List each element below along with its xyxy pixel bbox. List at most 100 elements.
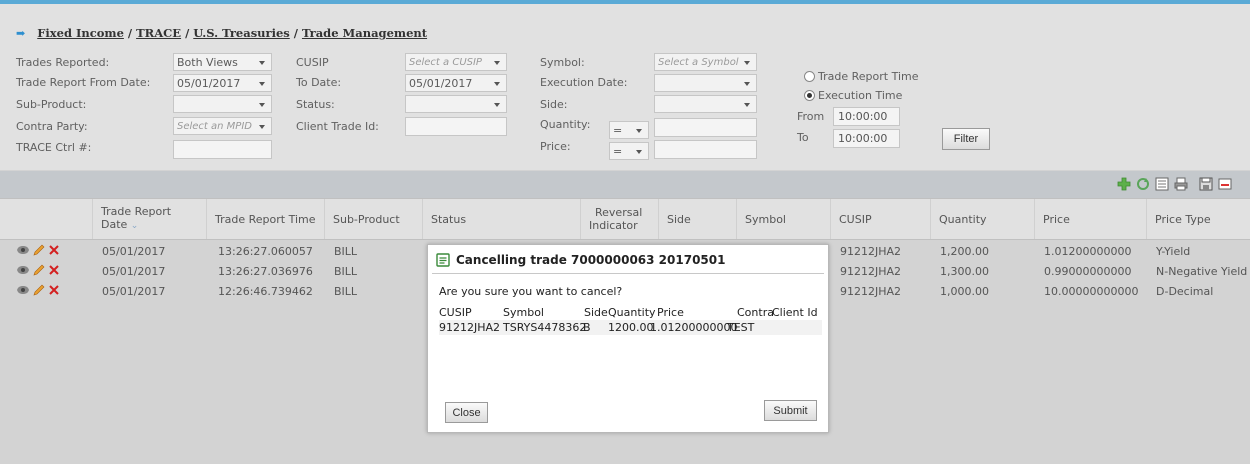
radio-unchecked-icon (804, 71, 815, 82)
sub-product-select[interactable] (173, 95, 272, 113)
symbol-select[interactable]: Select a Symbol (654, 53, 757, 71)
cell-sub-product: BILL (334, 265, 358, 278)
cell-quantity: 1,200.00 (940, 245, 989, 258)
cell-price: 10.00000000000 (1044, 285, 1139, 298)
trace-ctrl-input[interactable] (173, 140, 272, 159)
col-trade-report-date-label-2: Date ⌄ (101, 218, 139, 231)
row-actions (16, 244, 60, 256)
radio-execution-time-label: Execution Time (818, 89, 903, 102)
quantity-label: Quantity: (540, 118, 591, 131)
cusip-select[interactable]: Select a CUSIP (405, 53, 507, 71)
contra-party-label: Contra Party: (16, 120, 88, 133)
cell-price: 0.99000000000 (1044, 265, 1132, 278)
quantity-input[interactable] (654, 118, 757, 137)
dialog-cell-symbol: TSRYS4478362 (503, 321, 587, 334)
cancel-x-icon[interactable] (48, 284, 60, 296)
col-price[interactable]: Price (1034, 199, 1146, 239)
breadcrumb-fixed-income[interactable]: Fixed Income (37, 26, 124, 40)
dialog-header-price: Price (657, 306, 684, 319)
cell-price: 1.01200000000 (1044, 245, 1132, 258)
col-trade-report-time[interactable]: Trade Report Time (206, 199, 324, 239)
breadcrumb-us-treasuries[interactable]: U.S. Treasuries (193, 26, 289, 40)
add-icon[interactable] (1117, 177, 1131, 191)
side-select[interactable] (654, 95, 757, 113)
dialog-form-icon (436, 253, 450, 267)
view-icon[interactable] (16, 284, 30, 296)
col-reversal-indicator[interactable]: Reversal Indicator (580, 199, 658, 239)
dialog-cell-quantity: 1200.00 (608, 321, 654, 334)
contra-party-select[interactable]: Select an MPID (173, 117, 272, 135)
filter-button[interactable]: Filter (942, 128, 990, 150)
from-date-select[interactable]: 05/01/2017 (173, 74, 272, 92)
col-status[interactable]: Status (422, 199, 580, 239)
col-symbol[interactable]: Symbol (736, 199, 830, 239)
dialog-header-symbol: Symbol (503, 306, 544, 319)
execution-date-select[interactable] (654, 74, 757, 92)
side-label: Side: (540, 98, 568, 111)
cell-sub-product: BILL (334, 285, 358, 298)
view-icon[interactable] (16, 264, 30, 276)
radio-trade-report-time[interactable]: Trade Report Time (804, 70, 919, 83)
col-price-type[interactable]: Price Type (1146, 199, 1250, 239)
minimize-icon[interactable] (1218, 177, 1232, 191)
cancel-trade-dialog: Cancelling trade 7000000063 20170501 Are… (427, 244, 829, 433)
breadcrumb-trade-management[interactable]: Trade Management (302, 26, 427, 40)
client-trade-id-input[interactable] (405, 117, 507, 136)
cell-time: 12:26:46.739462 (218, 285, 313, 298)
dialog-title-text: Cancelling trade 7000000063 20170501 (456, 253, 726, 267)
price-operator-select[interactable]: = (609, 142, 649, 160)
price-label: Price: (540, 140, 571, 153)
sort-desc-icon: ⌄ (130, 221, 139, 231)
cell-cusip: 91212JHA2 (840, 245, 902, 258)
trades-reported-select[interactable]: Both Views (173, 53, 272, 71)
view-icon[interactable] (16, 244, 30, 256)
cancel-x-icon[interactable] (48, 264, 60, 276)
edit-pencil-icon[interactable] (33, 244, 45, 256)
to-date-select[interactable]: 05/01/2017 (405, 74, 507, 92)
cusip-label: CUSIP (296, 56, 329, 69)
dialog-header-cusip: CUSIP (439, 306, 472, 319)
price-input[interactable] (654, 140, 757, 159)
dialog-divider (432, 273, 824, 274)
from-time-input[interactable]: 10:00:00 (833, 107, 900, 126)
status-label: Status: (296, 98, 335, 111)
cell-date: 05/01/2017 (102, 265, 166, 278)
row-actions (16, 264, 60, 276)
refresh-icon[interactable] (1136, 177, 1150, 191)
dialog-title: Cancelling trade 7000000063 20170501 (436, 253, 725, 267)
col-quantity[interactable]: Quantity (930, 199, 1034, 239)
col-cusip[interactable]: CUSIP (830, 199, 930, 239)
edit-pencil-icon[interactable] (33, 284, 45, 296)
to-time-input[interactable]: 10:00:00 (833, 129, 900, 148)
save-icon[interactable] (1199, 177, 1213, 191)
radio-execution-time[interactable]: Execution Time (804, 89, 902, 102)
col-side[interactable]: Side (658, 199, 736, 239)
export-icon[interactable] (1155, 177, 1169, 191)
dialog-cell-price: 1.01200000000 (650, 321, 738, 334)
trades-reported-label: Trades Reported: (16, 56, 110, 69)
submit-button[interactable]: Submit (764, 400, 817, 421)
dialog-cell-cusip: 91212JHA2 (439, 321, 501, 334)
col-trade-report-date[interactable]: Trade Report Date ⌄ (92, 199, 206, 239)
arrow-right-icon: ➡ (16, 27, 26, 40)
breadcrumb-trace[interactable]: TRACE (136, 26, 181, 40)
breadcrumb-separator: / (185, 26, 190, 40)
status-select[interactable] (405, 95, 507, 113)
cell-date: 05/01/2017 (102, 245, 166, 258)
filter-panel: ➡ Fixed Income / TRACE / U.S. Treasuries / Tra… (0, 4, 1250, 170)
dialog-header-client-id: Client Id (772, 306, 818, 319)
quantity-operator-select[interactable]: = (609, 121, 649, 139)
col-trade-report-date-label: Trade Report (101, 205, 172, 218)
print-icon[interactable] (1174, 177, 1188, 191)
edit-pencil-icon[interactable] (33, 264, 45, 276)
dialog-cell-contra: TEST (727, 321, 755, 334)
grid-header: Trade Report Date ⌄ Trade Report Time Su… (0, 198, 1250, 240)
symbol-label: Symbol: (540, 56, 585, 69)
close-button[interactable]: Close (445, 402, 488, 423)
dialog-question: Are you sure you want to cancel? (439, 285, 623, 298)
grid-toolbar (0, 171, 1250, 198)
cancel-x-icon[interactable] (48, 244, 60, 256)
col-sub-product[interactable]: Sub-Product (324, 199, 422, 239)
cell-price-type: D-Decimal (1156, 285, 1214, 298)
sub-product-label: Sub-Product: (16, 98, 87, 111)
